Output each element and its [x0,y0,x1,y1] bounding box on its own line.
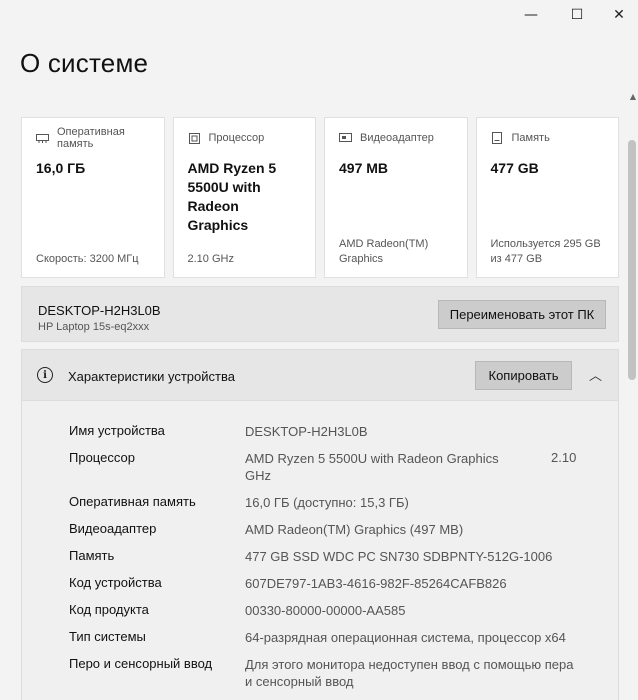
storage-icon [491,132,504,144]
card-storage: Память 477 GB Используется 295 GB из 477… [475,117,619,278]
copy-button[interactable]: Копировать [475,361,572,390]
card-value: 497 MB [339,160,389,176]
device-specs-header[interactable]: i Характеристики устройства Копировать ︿ [21,349,619,401]
spec-value: 16,0 ГБ (доступно: 15,3 ГБ) [245,495,409,510]
card-value: 16,0 ГБ [36,160,86,176]
spec-value: 00330-80000-00000-AA585 [245,603,406,618]
spec-value: AMD Ryzen 5 5500U with Radeon Graphics G… [245,451,499,483]
spec-label: Тип системы [69,629,146,644]
close-button[interactable]: ✕ [600,0,638,30]
spec-value: AMD Radeon(TM) Graphics (497 MB) [245,522,464,537]
scrollbar-thumb[interactable] [628,140,636,380]
rename-pc-button[interactable]: Переименовать этот ПК [438,300,606,329]
card-sub: AMD Radeon(TM) Graphics [339,238,429,265]
maximize-button[interactable]: ☐ [554,0,600,30]
spec-label: Процессор [69,450,135,465]
chevron-up-icon[interactable]: ︿ [589,365,602,384]
spec-value: 607DE797-1AB3-4616-982F-85264CAFB826 [245,576,507,591]
spec-value: Для этого монитора недоступен ввод с пом… [245,657,574,689]
page-title: О системе [20,48,149,78]
card-label: Видеоадаптер [360,132,434,144]
spec-label: Код устройства [69,575,162,590]
spec-label: Память [69,548,115,563]
card-memory: Оперативная память 16,0 ГБ Скорость: 320… [21,117,165,278]
spec-label: Код продукта [69,602,149,617]
pc-name: DESKTOP-H2H3L0B [38,303,161,318]
spec-label: Видеоадаптер [69,521,157,536]
device-specs-body: Имя устройства DESKTOP-H2H3L0B Процессор… [21,401,619,700]
title-bar: — ☐ ✕ [0,0,638,30]
scroll-up-arrow-icon[interactable]: ▲ [630,92,636,101]
spec-value: DESKTOP-H2H3L0B [245,424,368,439]
pc-name-bar: DESKTOP-H2H3L0B HP Laptop 15s-eq2xxx Пер… [21,286,619,342]
card-value: 477 GB [490,160,539,176]
pc-model: HP Laptop 15s-eq2xxx [38,321,150,333]
memory-icon [36,133,49,144]
summary-cards: Оперативная память 16,0 ГБ Скорость: 320… [21,117,619,278]
minimize-button[interactable]: — [508,0,554,30]
card-processor: Процессор AMD Ryzen 5 5500U with Radeon … [172,117,316,278]
card-video-adapter: Видеоадаптер 497 MB AMD Radeon(TM) Graph… [324,117,468,278]
card-sub: Используется 295 GB из 477 GB [490,238,601,265]
spec-value: 477 GB SSD WDC PC SN730 SDBPNTY-512G-100… [245,549,553,564]
spec-value-extra: 2.10 [551,450,577,465]
device-specs-title: Характеристики устройства [68,369,235,384]
spec-value: 64-разрядная операционная система, проце… [245,630,566,645]
info-icon: i [37,367,53,383]
card-label: Процессор [208,132,265,144]
spec-label: Перо и сенсорный ввод [69,656,213,671]
card-value: AMD Ryzen 5 5500U with Radeon Graphics [187,160,277,233]
card-sub: 2.10 GHz [187,253,234,265]
processor-icon [188,132,201,144]
video-adapter-icon [339,133,352,144]
spec-label: Имя устройства [69,423,165,438]
card-label: Оперативная память [57,126,125,150]
card-sub: Скорость: 3200 МГц [36,253,139,265]
spec-label: Оперативная память [69,494,196,509]
card-label: Память [511,132,550,144]
